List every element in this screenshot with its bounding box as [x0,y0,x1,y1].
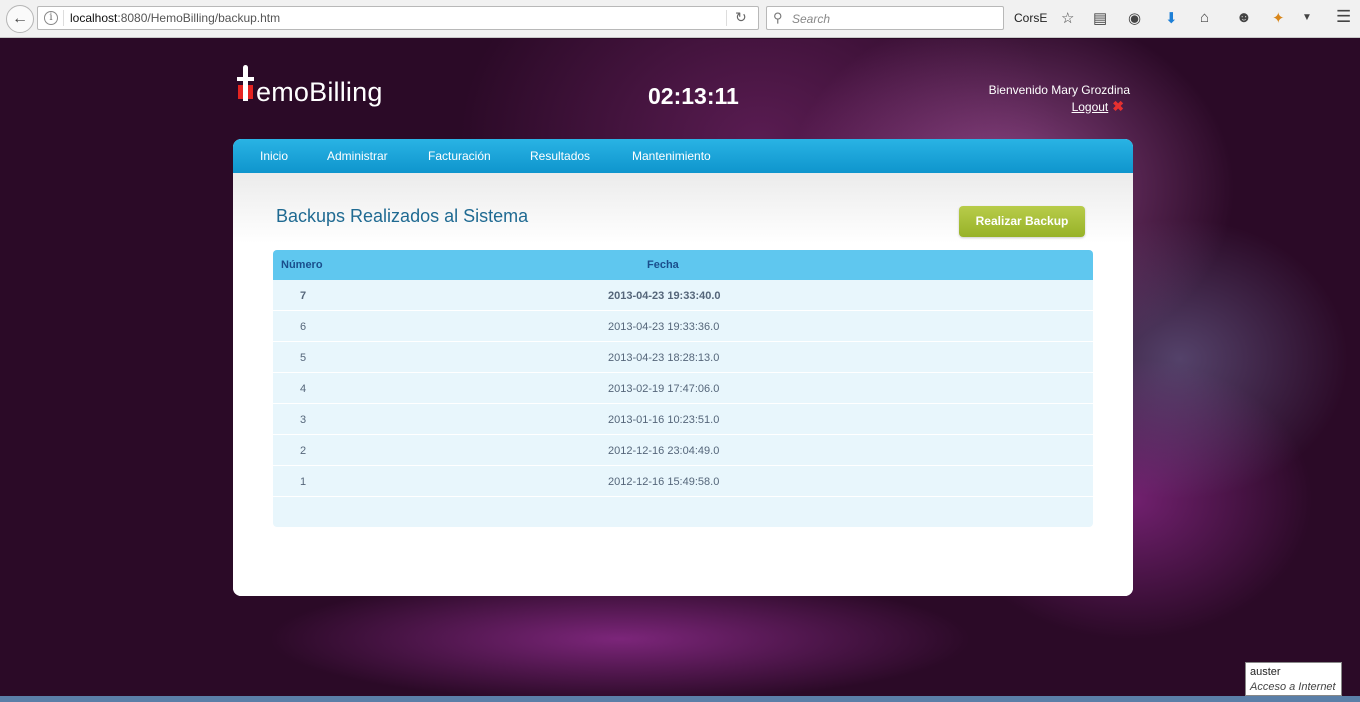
home-icon[interactable]: ⌂ [1200,9,1209,26]
column-header-numero[interactable]: Número [281,259,323,271]
cell-numero: 2 [300,445,307,457]
cell-fecha: 2012-12-16 15:49:58.0 [608,476,720,488]
welcome-message: Bienvenido Mary Grozdina [988,83,1130,97]
extension-icon[interactable]: ✦ [1272,9,1285,27]
cell-fecha: 2013-04-23 18:28:13.0 [608,352,720,364]
column-header-fecha[interactable]: Fecha [647,259,679,271]
clock: 02:13:11 [648,83,739,109]
download-icon[interactable]: ⬇ [1165,9,1178,27]
url-divider [63,10,64,26]
main-panel: Inicio Administrar Facturación Resultado… [233,139,1133,596]
url-path: :8080/HemoBilling/backup.htm [117,11,281,25]
info-icon[interactable]: i [44,11,58,25]
table-row[interactable]: 1 2012-12-16 15:49:58.0 [273,466,1093,497]
table-row[interactable]: 5 2013-04-23 18:28:13.0 [273,342,1093,373]
cell-fecha: 2013-04-23 19:33:36.0 [608,321,720,333]
pocket-icon[interactable]: ◉ [1128,9,1141,27]
profile-label[interactable]: CorsE [1014,11,1047,25]
cell-numero: 1 [300,476,307,488]
cell-fecha: 2013-01-16 10:23:51.0 [608,414,720,426]
main-nav: Inicio Administrar Facturación Resultado… [233,139,1133,173]
reload-icon[interactable]: ↻ [735,9,747,26]
close-icon[interactable]: ✖ [1112,98,1124,115]
app-logo[interactable]: emoBilling [237,65,397,109]
nav-item-mantenimiento[interactable]: Mantenimiento [632,149,711,163]
url-divider-right [726,10,727,26]
nav-item-facturacion[interactable]: Facturación [428,149,491,163]
backups-table: Número Fecha 7 2013-04-23 19:33:40.0 6 2… [273,250,1093,527]
tooltip-title: auster [1250,666,1281,678]
browser-search-input[interactable]: ⚲ Search [766,6,1004,30]
cell-numero: 4 [300,383,307,395]
logo-text: emoBilling [256,77,383,107]
network-tooltip: auster Acceso a Internet [1245,662,1342,696]
url-host: localhost [70,11,118,25]
table-row[interactable]: 6 2013-04-23 19:33:36.0 [273,311,1093,342]
search-placeholder: Search [792,12,831,26]
cell-numero: 7 [300,290,307,302]
cell-fecha: 2013-02-19 17:47:06.0 [608,383,720,395]
reading-list-icon[interactable]: ▤ [1093,9,1107,27]
back-arrow-icon[interactable]: ← [6,5,34,33]
tooltip-status: Acceso a Internet [1250,681,1336,693]
nav-item-inicio[interactable]: Inicio [260,149,288,163]
page-title: Backups Realizados al Sistema [276,206,529,226]
browser-toolbar: ← i localhost:8080/HemoBilling/backup.ht… [0,0,1360,38]
chat-icon[interactable]: ☻ [1236,9,1252,26]
table-row[interactable]: 3 2013-01-16 10:23:51.0 [273,404,1093,435]
cell-numero: 6 [300,321,307,333]
table-row[interactable]: 2 2012-12-16 23:04:49.0 [273,435,1093,466]
nav-item-resultados[interactable]: Resultados [530,149,590,163]
bookmark-star-icon[interactable]: ☆ [1061,9,1074,27]
table-row[interactable]: 7 2013-04-23 19:33:40.0 [273,280,1093,311]
chevron-down-icon[interactable]: ▼ [1302,12,1312,23]
table-header: Número Fecha [273,250,1093,280]
search-icon: ⚲ [773,10,783,25]
content-area: Backups Realizados al Sistema Realizar B… [233,173,1133,596]
cell-fecha: 2012-12-16 23:04:49.0 [608,445,720,457]
nav-item-administrar[interactable]: Administrar [327,149,388,163]
os-taskbar [0,696,1360,702]
cell-numero: 5 [300,352,307,364]
logout-container: Logout ✖ [1072,98,1124,115]
logo-mark [237,65,255,103]
cell-numero: 3 [300,414,307,426]
menu-icon[interactable]: ☰ [1336,7,1351,27]
realizar-backup-button[interactable]: Realizar Backup [959,206,1085,237]
address-bar[interactable]: i localhost:8080/HemoBilling/backup.htm … [37,6,759,30]
table-row[interactable]: 4 2013-02-19 17:47:06.0 [273,373,1093,404]
logout-link[interactable]: Logout [1072,100,1109,114]
url-text[interactable]: localhost:8080/HemoBilling/backup.htm [70,11,280,25]
cell-fecha: 2013-04-23 19:33:40.0 [608,290,721,302]
